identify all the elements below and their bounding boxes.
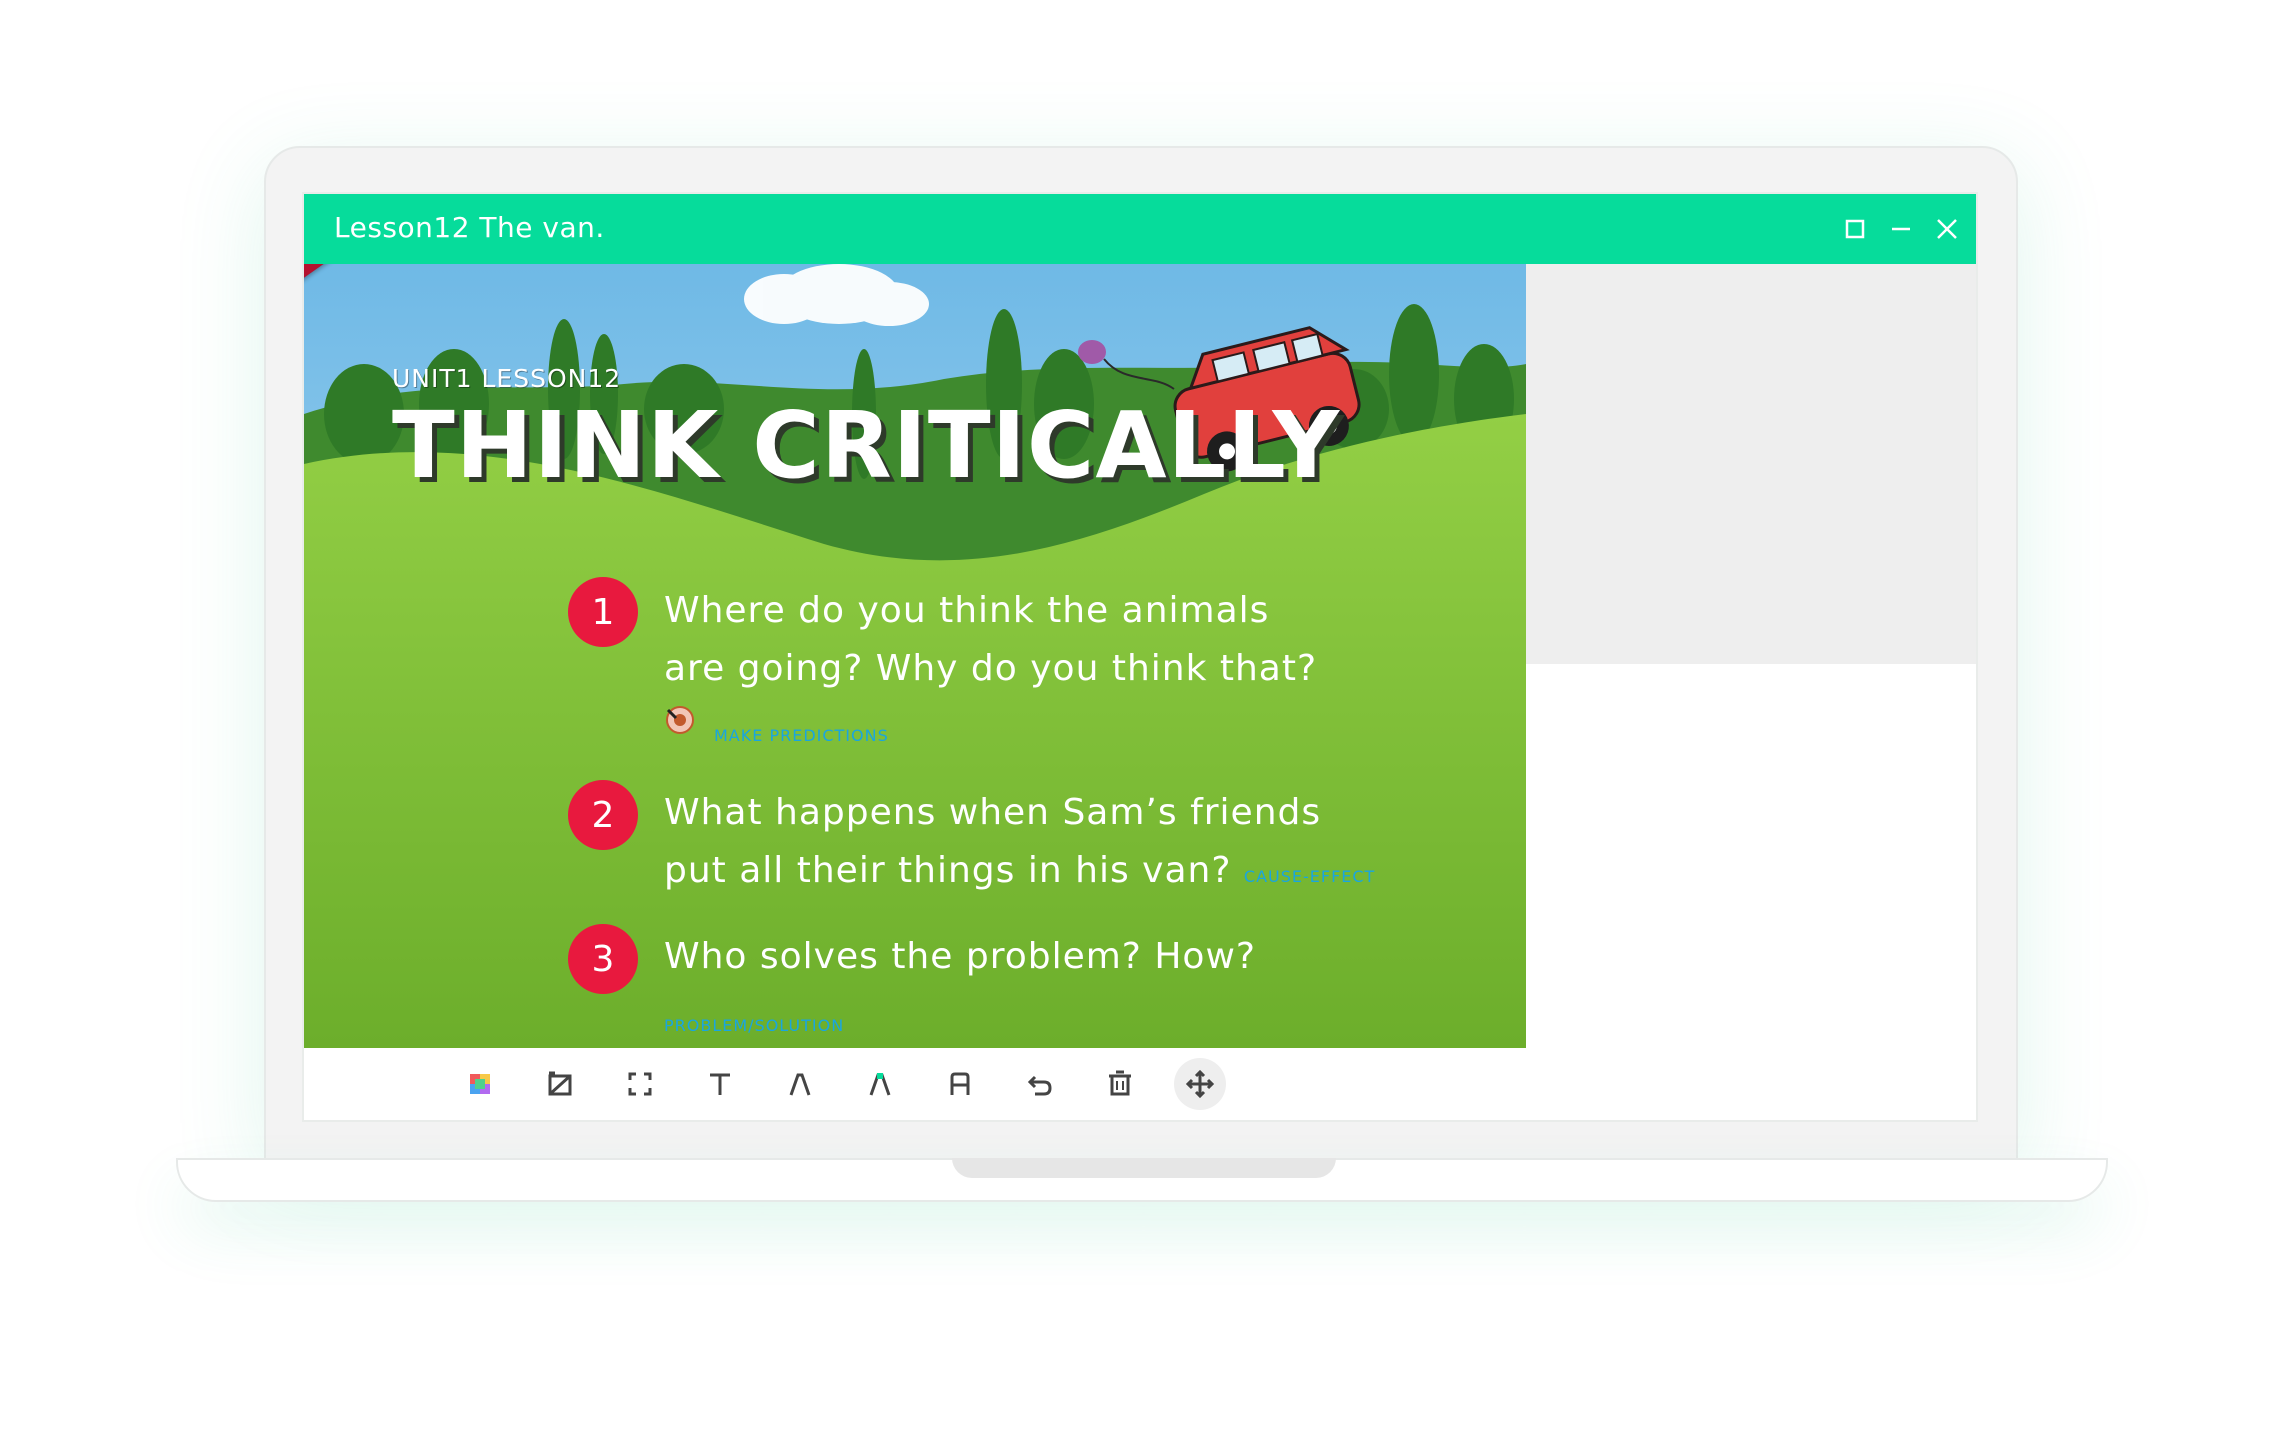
stage: Lesson12 The van. UNIT1 LESSON12 THINK C… bbox=[0, 0, 2286, 1454]
question-2-text: What happens when Sam’s friends put all … bbox=[664, 784, 1484, 906]
app-window: Lesson12 The van. UNIT1 LESSON12 THINK C… bbox=[304, 194, 1976, 1120]
minimize-icon[interactable] bbox=[1884, 212, 1918, 246]
side-panel bbox=[1526, 264, 1976, 664]
question-2-line1: What happens when Sam’s friends bbox=[664, 792, 1322, 833]
undo-icon[interactable] bbox=[1014, 1058, 1066, 1110]
question-2-line2: put all their things in his van? bbox=[664, 850, 1232, 891]
question-1-line1: Where do you think the animals bbox=[664, 590, 1270, 631]
question-1-text: Where do you think the animals are going… bbox=[664, 582, 1444, 698]
question-1-line2: are going? Why do you think that? bbox=[664, 648, 1318, 689]
question-3-line1: Who solves the problem? How? bbox=[664, 936, 1256, 977]
laptop-notch bbox=[952, 1158, 1336, 1178]
question-1-number: 1 bbox=[568, 577, 638, 647]
color-palette-icon[interactable] bbox=[454, 1058, 506, 1110]
lesson-slide: Te UNIT1 LESSON12 THINK CRITICALLY 1 Whe… bbox=[304, 264, 1526, 1048]
title-bar: Lesson12 The van. bbox=[304, 194, 1976, 264]
window-title: Lesson12 The van. bbox=[334, 211, 605, 244]
prediction-icon bbox=[666, 706, 694, 734]
question-3-text: Who solves the problem? How? bbox=[664, 928, 1444, 986]
close-icon[interactable] bbox=[1930, 212, 1964, 246]
drawing-toolbar bbox=[304, 1048, 1976, 1120]
pen-icon[interactable] bbox=[774, 1058, 826, 1110]
text-icon[interactable] bbox=[694, 1058, 746, 1110]
question-2-tag: CAUSE-EFFECT bbox=[1243, 867, 1376, 886]
crop-icon[interactable] bbox=[534, 1058, 586, 1110]
slide-title: THINK CRITICALLY bbox=[392, 392, 1341, 499]
question-3-tag: PROBLEM/SOLUTION bbox=[664, 1016, 845, 1035]
eraser-icon[interactable] bbox=[934, 1058, 986, 1110]
select-area-icon[interactable] bbox=[614, 1058, 666, 1110]
delete-icon[interactable] bbox=[1094, 1058, 1146, 1110]
question-2-number: 2 bbox=[568, 780, 638, 850]
unit-label: UNIT1 LESSON12 bbox=[392, 364, 622, 393]
maximize-icon[interactable] bbox=[1838, 212, 1872, 246]
move-icon[interactable] bbox=[1174, 1058, 1226, 1110]
question-2-line2-row: put all their things in his van? CAUSE-E… bbox=[664, 842, 1484, 906]
highlighter-icon[interactable] bbox=[854, 1058, 906, 1110]
question-1-tag: MAKE PREDICTIONS bbox=[714, 726, 889, 745]
question-3-number: 3 bbox=[568, 924, 638, 994]
